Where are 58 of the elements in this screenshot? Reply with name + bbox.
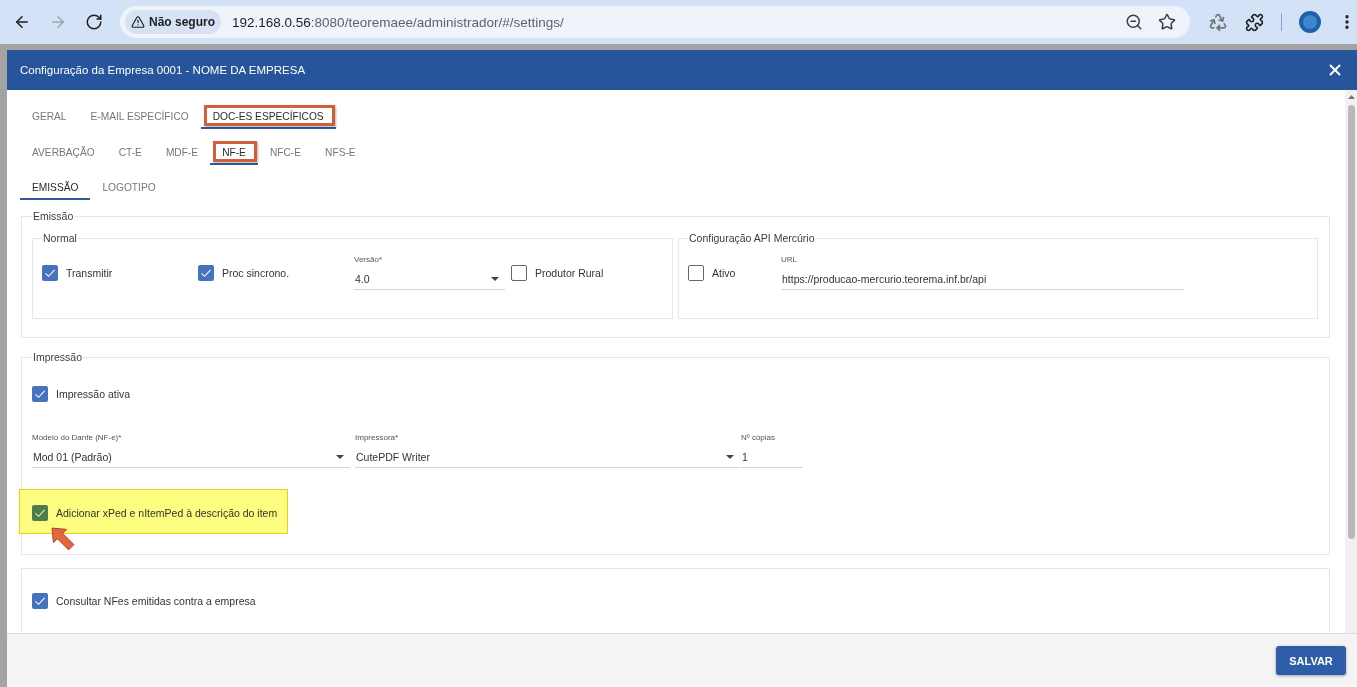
checkbox-label: Proc sincrono. xyxy=(222,266,290,279)
dialog-title: Configuração da Empresa 0001 - NOME DA EMPRESA xyxy=(20,64,306,76)
scroll-up-icon[interactable] xyxy=(1347,95,1355,99)
caret-icon xyxy=(491,276,499,281)
avatar-icon[interactable] xyxy=(1299,11,1321,33)
highlight-frame xyxy=(213,141,257,162)
tab[interactable]: NFS-E xyxy=(313,139,368,165)
checkbox[interactable] xyxy=(198,264,214,281)
select-field[interactable]: CutePDF Writer xyxy=(355,446,740,468)
field-label: Versão* xyxy=(354,255,384,265)
recycle-icon[interactable] xyxy=(1208,12,1228,32)
field-label: Impressora* xyxy=(355,433,400,443)
save-button[interactable]: SALVAR xyxy=(1276,646,1346,675)
field-label: Modelo do Danfe (NF-e)* xyxy=(32,433,123,443)
tab[interactable]: NFC-E xyxy=(257,139,314,165)
checkbox[interactable] xyxy=(32,593,48,609)
field-label: Nº cópias xyxy=(741,433,777,443)
select-field[interactable]: 4.0 xyxy=(354,268,505,290)
tab[interactable]: E-MAIL ESPECÍFICO xyxy=(78,103,201,129)
tab[interactable]: LOGOTIPO xyxy=(90,174,168,200)
checkbox-label: Ativo xyxy=(712,266,736,279)
checkbox[interactable] xyxy=(511,264,527,281)
security-chip[interactable]: Não seguro xyxy=(125,10,221,34)
warning-icon xyxy=(131,15,145,29)
url-text: 192.168.0.56:8080/teoremaee/administrador/#/settings/ xyxy=(232,14,565,30)
scrollbar[interactable] xyxy=(1345,90,1357,633)
star-icon[interactable] xyxy=(1158,13,1176,31)
checkbox[interactable] xyxy=(32,386,48,402)
checkbox-label: Produtor Rural xyxy=(535,266,604,279)
text-field[interactable]: 1 xyxy=(741,446,803,468)
group-legend: Configuração API Mercúrio xyxy=(688,232,816,244)
checkbox-label: Impressão ativa xyxy=(56,388,131,400)
select-field[interactable]: Mod 01 (Padrão) xyxy=(32,446,350,468)
field-label: URL xyxy=(781,255,798,265)
reload-icon[interactable] xyxy=(85,13,103,31)
caret-icon xyxy=(336,454,344,459)
scrollbar-thumb[interactable] xyxy=(1347,105,1355,539)
checkbox[interactable] xyxy=(32,505,48,521)
section-legend: Emissão xyxy=(32,210,75,222)
tab[interactable]: MDF-E xyxy=(153,139,211,165)
puzzle-icon[interactable] xyxy=(1245,12,1264,32)
caret-icon xyxy=(726,454,734,459)
checkbox-label: Adicionar xPed e nItemPed à descrição do item xyxy=(56,507,278,519)
tab[interactable]: CT-E xyxy=(106,139,154,165)
text-field[interactable]: https://producao-mercurio.teorema.inf.br/api xyxy=(781,268,1184,290)
checkbox-label: Transmitir xyxy=(66,266,113,279)
address-bar[interactable]: Não seguro 192.168.0.56:8080/teoremaee/administrador/#/settings/ xyxy=(120,6,1190,38)
tab[interactable]: NF-E xyxy=(210,139,258,165)
zoom-out-icon[interactable] xyxy=(1125,13,1143,31)
tab[interactable]: GERAL xyxy=(20,103,79,129)
group-legend: Normal xyxy=(42,232,78,244)
tab[interactable]: EMISSÃO xyxy=(20,174,91,200)
section-legend: Impressão xyxy=(32,351,84,363)
checkbox[interactable] xyxy=(42,264,58,281)
checkbox[interactable] xyxy=(688,264,704,281)
tab[interactable]: DOC-ES ESPECÍFICOS xyxy=(200,103,336,129)
checkbox-label: Consultar NFes emitidas contra a empresa xyxy=(56,595,256,607)
tab[interactable]: AVERBAÇÃO xyxy=(20,139,107,165)
